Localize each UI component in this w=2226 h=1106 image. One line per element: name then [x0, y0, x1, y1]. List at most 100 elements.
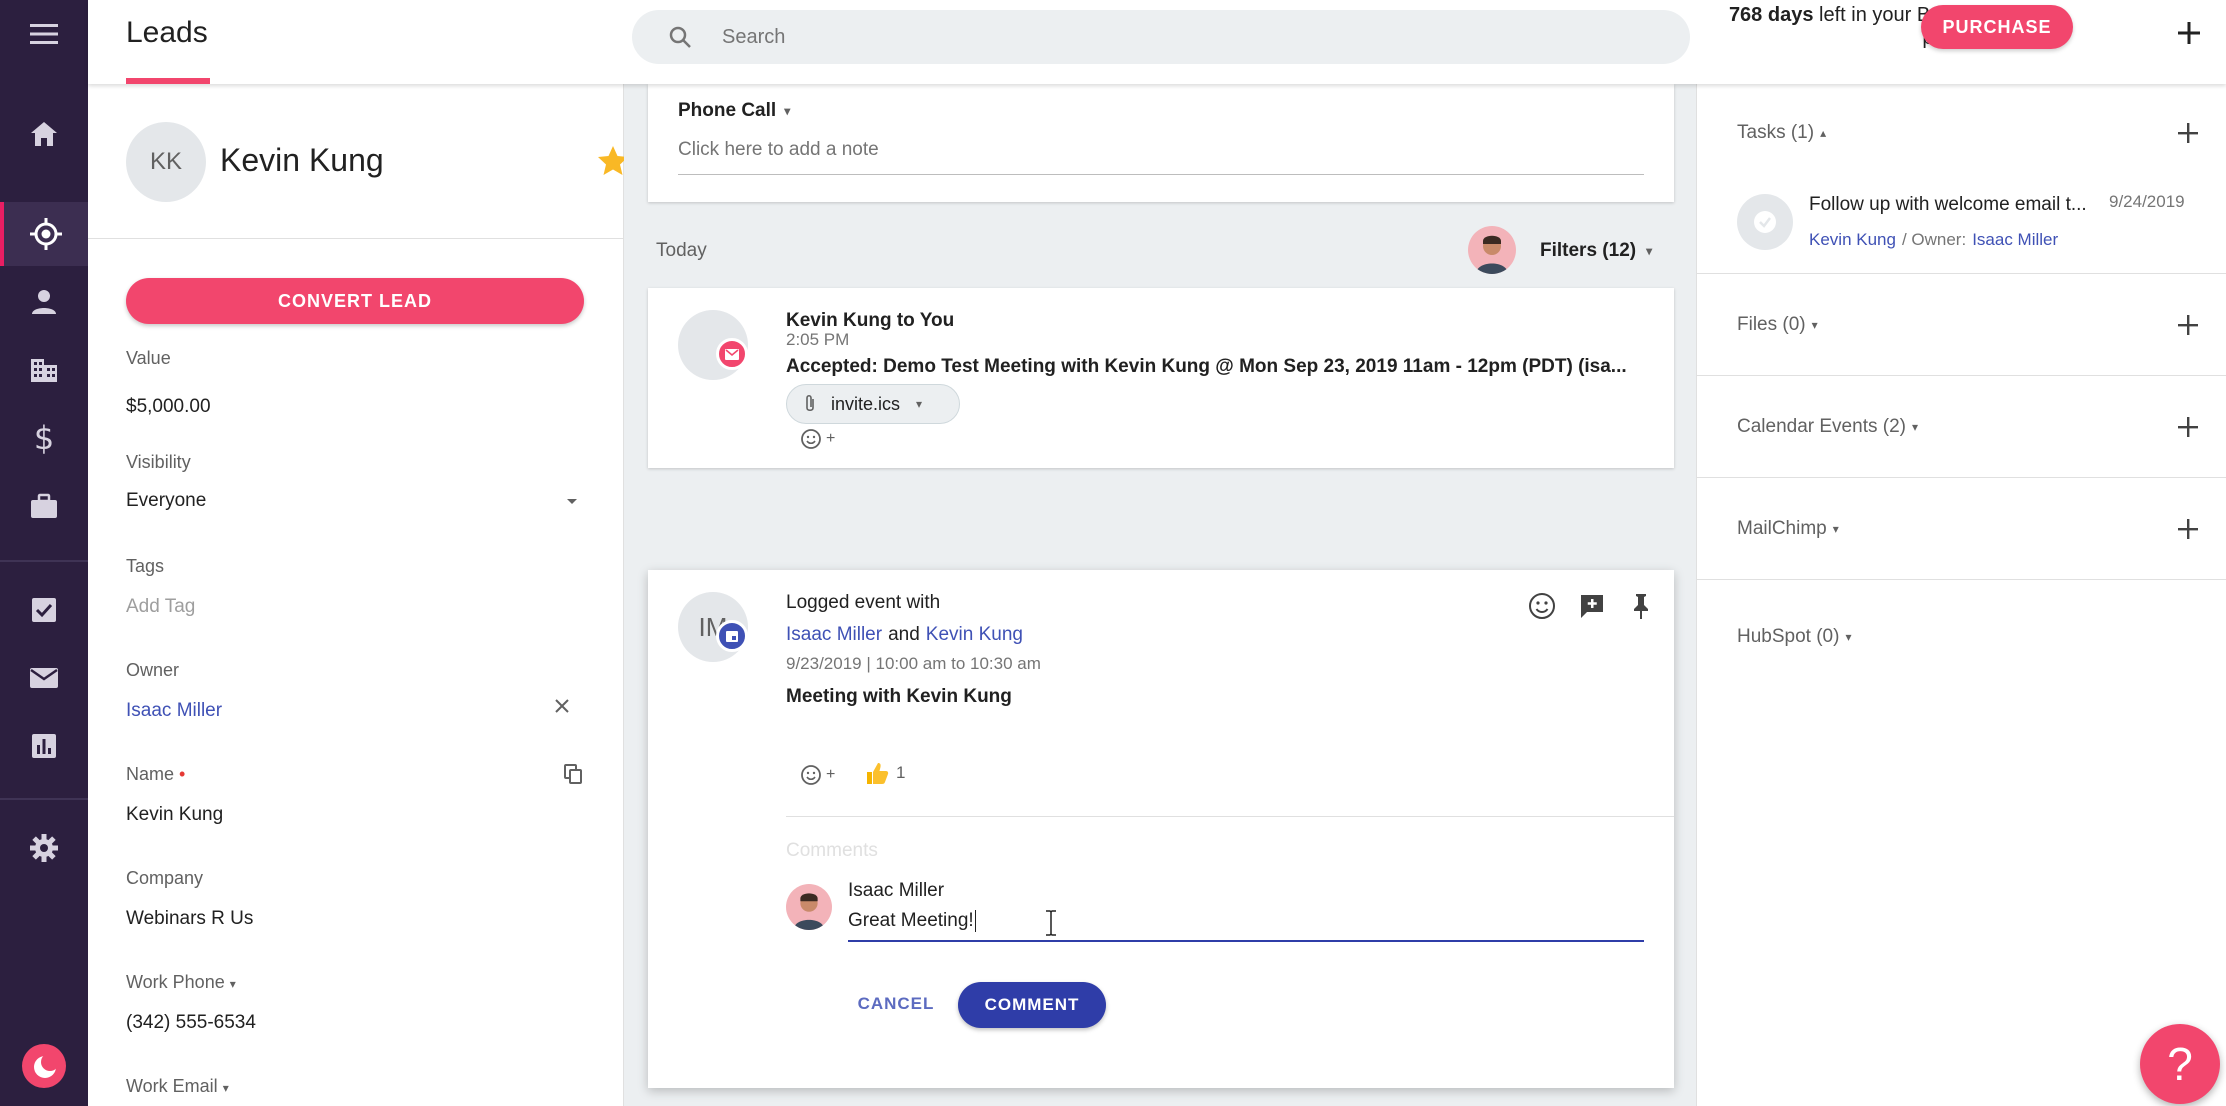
participant-link[interactable]: Kevin Kung [926, 624, 1023, 646]
add-icon[interactable] [2174, 18, 2204, 48]
add-reaction-icon[interactable] [1528, 592, 1556, 620]
comment-submit-button[interactable]: COMMENT [958, 982, 1106, 1028]
calendar-label: Calendar Events (2) [1737, 416, 1906, 437]
attachment-chip[interactable]: invite.ics ▾ [786, 384, 960, 424]
page-title: Leads [126, 16, 208, 49]
company-label: Company [126, 868, 204, 888]
home-icon[interactable] [0, 102, 88, 166]
purchase-button[interactable]: PURCHASE [1921, 5, 2073, 49]
thumbs-up-icon [864, 760, 890, 786]
add-mailchimp-icon[interactable] [2175, 516, 2201, 542]
name-field[interactable]: Kevin Kung [126, 804, 223, 826]
participant-link[interactable]: Isaac Miller [786, 624, 882, 646]
files-label: Files (0) [1737, 314, 1806, 335]
value-label: Value [126, 348, 171, 368]
tasks-section: Tasks (1) ▴ Follow up with welcome email … [1697, 84, 2226, 274]
chevron-down-icon: ▾ [1832, 522, 1839, 536]
tasks-check-icon[interactable] [0, 578, 88, 642]
leads-icon[interactable] [0, 202, 88, 266]
task-owner-link[interactable]: Isaac Miller [1972, 230, 2058, 250]
comment-input[interactable]: Great Meeting! [848, 910, 1644, 942]
chevron-up-icon: ▴ [1820, 126, 1827, 140]
add-tag-input[interactable]: Add Tag [126, 596, 195, 618]
required-marker: • [179, 764, 186, 784]
rail-divider [0, 798, 88, 800]
cancel-button[interactable]: CANCEL [848, 982, 944, 1026]
commenter-name: Isaac Miller [848, 880, 945, 901]
visibility-select[interactable]: Everyone [126, 490, 206, 512]
files-header[interactable]: Files (0) ▾ [1737, 314, 1818, 336]
dollar-icon[interactable]: $ [0, 406, 88, 470]
chevron-down-icon: ▾ [1811, 318, 1818, 332]
task-lead-link[interactable]: Kevin Kung [1809, 230, 1896, 250]
work-phone-label[interactable]: Work Phone ▾ [126, 972, 236, 993]
email-from-to: Kevin Kung to You [786, 310, 955, 331]
task-meta: Kevin Kung / Owner: Isaac Miller [1809, 230, 2058, 250]
filters-label: Filters (12) [1540, 240, 1637, 261]
add-event-icon[interactable] [2175, 414, 2201, 440]
hubspot-header[interactable]: HubSpot (0) ▾ [1737, 626, 1851, 648]
note-type-select[interactable]: Phone Call ▾ [678, 100, 790, 122]
user-avatar[interactable] [1468, 226, 1516, 274]
add-comment-icon[interactable] [1578, 592, 1606, 620]
event-datetime: 9/23/2019 | 10:00 am to 10:30 am [786, 654, 1041, 673]
caret-down-icon: ▾ [784, 104, 791, 118]
email-activity-card[interactable]: Kevin Kung to You 2:05 PM Accepted: Demo… [648, 288, 1674, 468]
search-input[interactable]: Search [632, 10, 1690, 64]
help-button[interactable]: ? [2140, 1024, 2220, 1104]
convert-lead-button[interactable]: CONVERT LEAD [126, 278, 584, 324]
event-activity-card[interactable]: IM Logged event with Isaac Miller and Ke… [648, 570, 1674, 1088]
menu-icon[interactable] [0, 2, 88, 66]
thumbs-up-reaction[interactable]: 1 [864, 760, 905, 786]
event-participants: Isaac Miller and Kevin Kung [786, 624, 1023, 646]
caret-down-icon: ▾ [1646, 244, 1653, 258]
task-owner-sep: / Owner: [1901, 230, 1967, 249]
owner-link[interactable]: Isaac Miller [126, 700, 222, 722]
add-note-input[interactable]: Click here to add a note [678, 139, 1644, 175]
trial-days: 768 days [1728, 4, 1814, 26]
participant-and: and [888, 624, 920, 645]
task-complete-checkbox[interactable] [1737, 194, 1793, 250]
work-phone-label-text: Work Phone [126, 972, 225, 992]
paperclip-icon [803, 394, 817, 414]
settings-gear-icon[interactable] [0, 816, 88, 880]
company-icon[interactable] [0, 338, 88, 402]
tasks-header[interactable]: Tasks (1) ▴ [1737, 122, 1826, 144]
add-reaction-button[interactable]: + [800, 428, 835, 450]
tasks-label: Tasks (1) [1737, 122, 1815, 143]
filters-dropdown[interactable]: Filters (12) ▾ [1540, 240, 1652, 262]
note-card: Phone Call ▾ Click here to add a note [648, 84, 1674, 202]
email-subject[interactable]: Accepted: Demo Test Meeting with Kevin K… [786, 356, 1646, 378]
smiley-icon [800, 428, 822, 450]
mailchimp-header[interactable]: MailChimp ▾ [1737, 518, 1839, 540]
nav-rail: $ [0, 0, 88, 1106]
task-title[interactable]: Follow up with welcome email t... [1809, 194, 2099, 216]
briefcase-icon[interactable] [0, 474, 88, 538]
pin-icon[interactable] [1628, 592, 1654, 620]
value-field[interactable]: $5,000.00 [126, 396, 211, 418]
calendar-header[interactable]: Calendar Events (2) ▾ [1737, 416, 1918, 438]
app-logo-icon[interactable] [0, 1034, 88, 1098]
add-reaction-button[interactable]: + [800, 764, 835, 786]
caret-down-icon: ▾ [229, 977, 236, 991]
visibility-dropdown-icon[interactable] [566, 498, 578, 506]
today-label: Today [656, 240, 707, 261]
visibility-label: Visibility [126, 452, 191, 472]
mail-icon[interactable] [0, 646, 88, 710]
task-due-date: 9/24/2019 [2109, 192, 2185, 211]
company-field[interactable]: Webinars R Us [126, 908, 253, 930]
event-title[interactable]: Meeting with Kevin Kung [786, 686, 1012, 708]
work-phone-field[interactable]: (342) 555-6534 [126, 1012, 256, 1034]
reports-icon[interactable] [0, 714, 88, 778]
add-task-icon[interactable] [2175, 120, 2201, 146]
files-section: Files (0) ▾ [1697, 274, 2226, 376]
clear-owner-icon[interactable] [554, 698, 570, 714]
copy-icon[interactable] [564, 764, 582, 784]
comment-text: Great Meeting! [848, 910, 974, 931]
person-icon[interactable] [0, 270, 88, 334]
top-bar: Leads Search 768 days left in your Busin… [88, 0, 2226, 84]
add-file-icon[interactable] [2175, 312, 2201, 338]
title-underline [126, 78, 210, 84]
work-email-label[interactable]: Work Email ▾ [126, 1076, 229, 1097]
lead-avatar: KK [126, 122, 206, 202]
